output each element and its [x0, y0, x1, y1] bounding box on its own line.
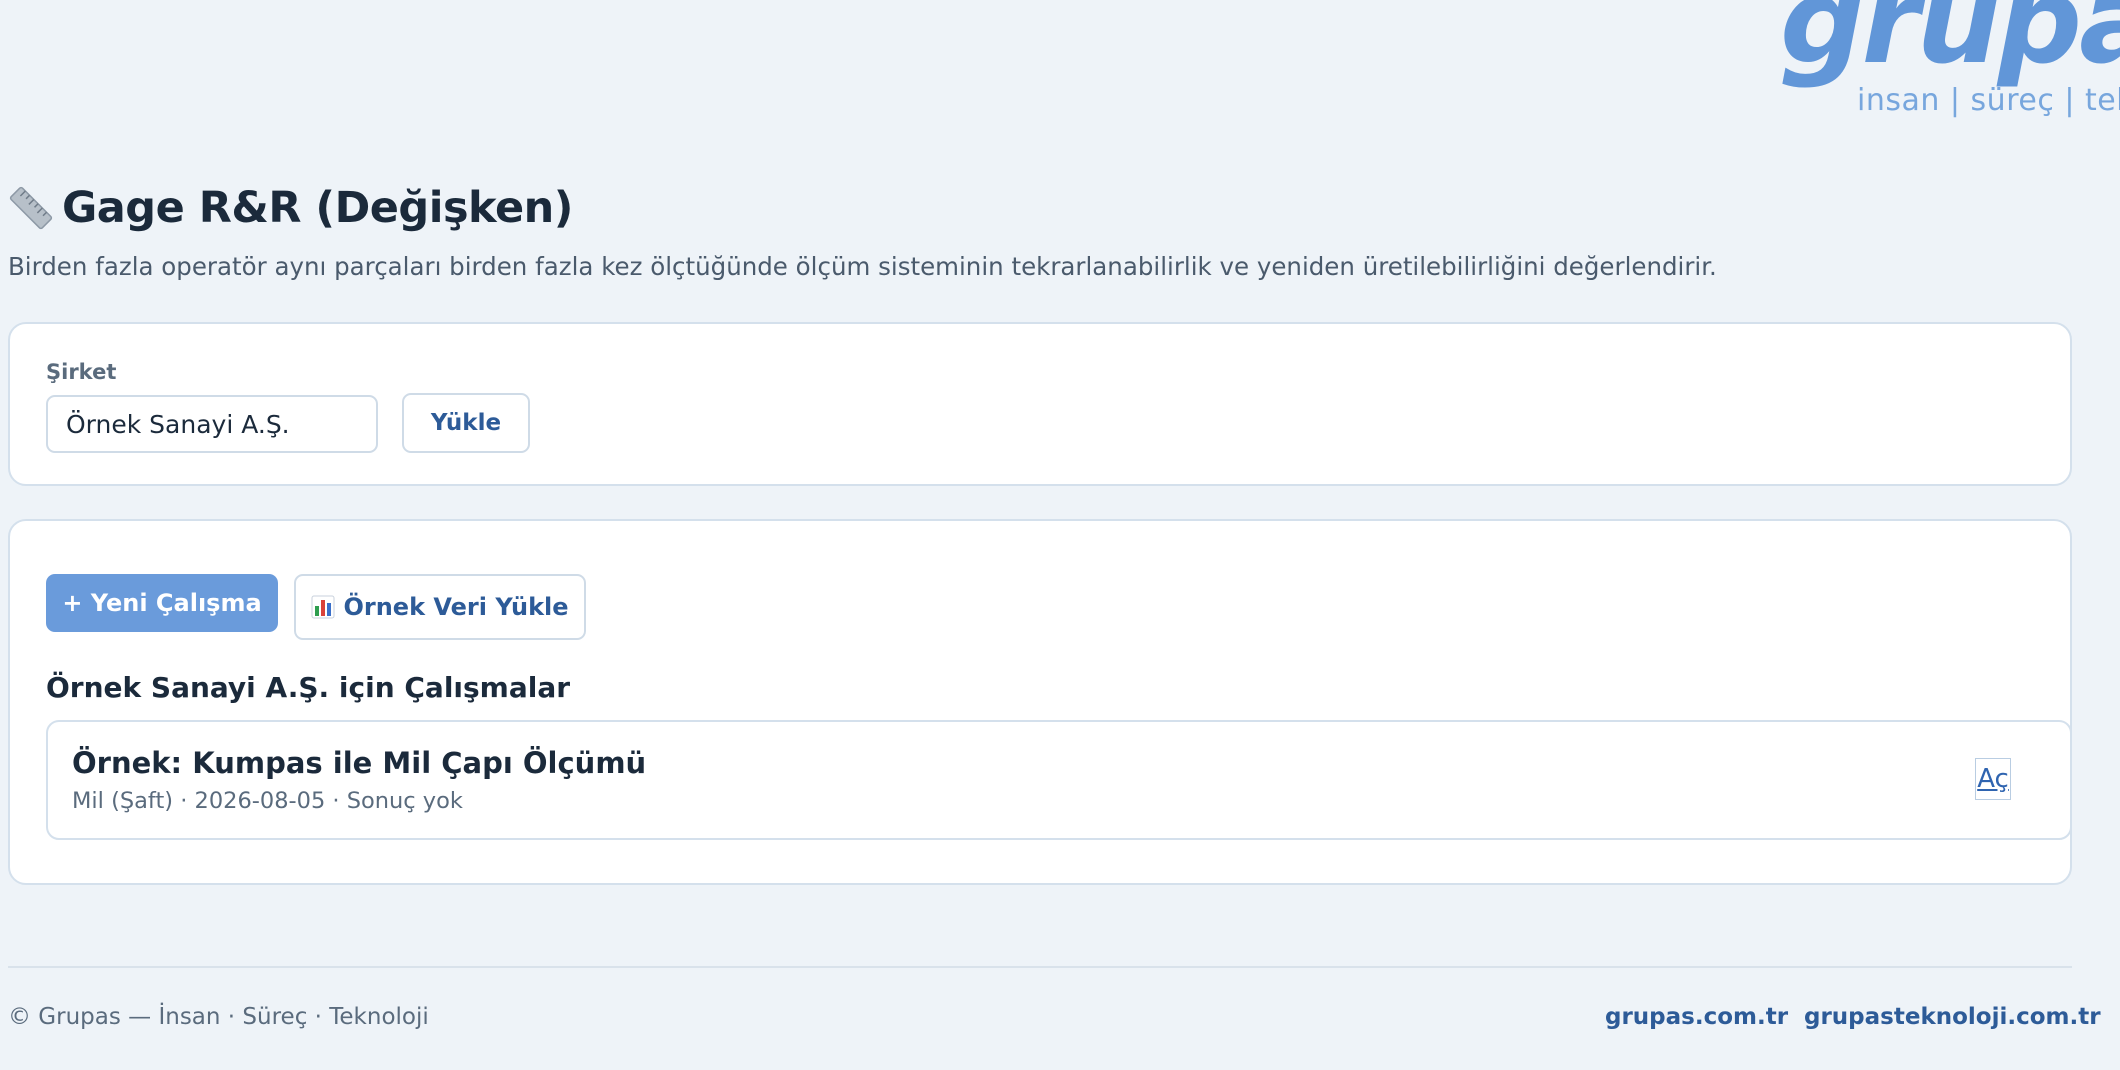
- footer-divider: [8, 966, 2072, 968]
- page-header: Gage R&R (Değişken): [8, 183, 573, 233]
- studies-section-title: Örnek Sanayi A.Ş. için Çalışmalar: [46, 671, 571, 704]
- page-description: Birden fazla operatör aynı parçaları bir…: [8, 252, 1717, 281]
- company-label: Şirket: [46, 360, 117, 384]
- studies-card: + Yeni Çalışma Örnek Veri Yükle Örnek Sa…: [8, 519, 2072, 885]
- company-card: Şirket Yükle: [8, 322, 2072, 486]
- page-title: Gage R&R (Değişken): [62, 183, 573, 233]
- footer-link-grupasteknoloji[interactable]: grupasteknoloji.com.tr: [1804, 1004, 2101, 1030]
- footer-link-grupas[interactable]: grupas.com.tr: [1605, 1004, 1788, 1030]
- company-input[interactable]: [46, 395, 378, 453]
- bar-chart-icon: [311, 595, 335, 619]
- load-button[interactable]: Yükle: [402, 393, 530, 453]
- new-study-button[interactable]: + Yeni Çalışma: [46, 574, 278, 632]
- load-sample-data-button[interactable]: Örnek Veri Yükle: [294, 574, 586, 640]
- ruler-icon: [9, 186, 53, 230]
- logo-wordmark: grupas: [1780, 0, 2120, 90]
- study-meta: Mil (Şaft) · 2026-08-05 · Sonuç yok: [72, 788, 463, 814]
- load-sample-data-label: Örnek Veri Yükle: [343, 593, 569, 621]
- study-name: Örnek: Kumpas ile Mil Çapı Ölçümü: [72, 746, 647, 780]
- footer-copyright: © Grupas — İnsan · Süreç · Teknoloji: [8, 1004, 429, 1030]
- study-list-item: Örnek: Kumpas ile Mil Çapı Ölçümü Mil (Ş…: [46, 720, 2072, 840]
- logo-tagline: insan | süreç | teknoloji: [1857, 83, 2120, 118]
- open-study-link[interactable]: Aç: [1975, 758, 2011, 800]
- brand-logo: grupas insan | süreç | teknoloji: [1780, 0, 2120, 122]
